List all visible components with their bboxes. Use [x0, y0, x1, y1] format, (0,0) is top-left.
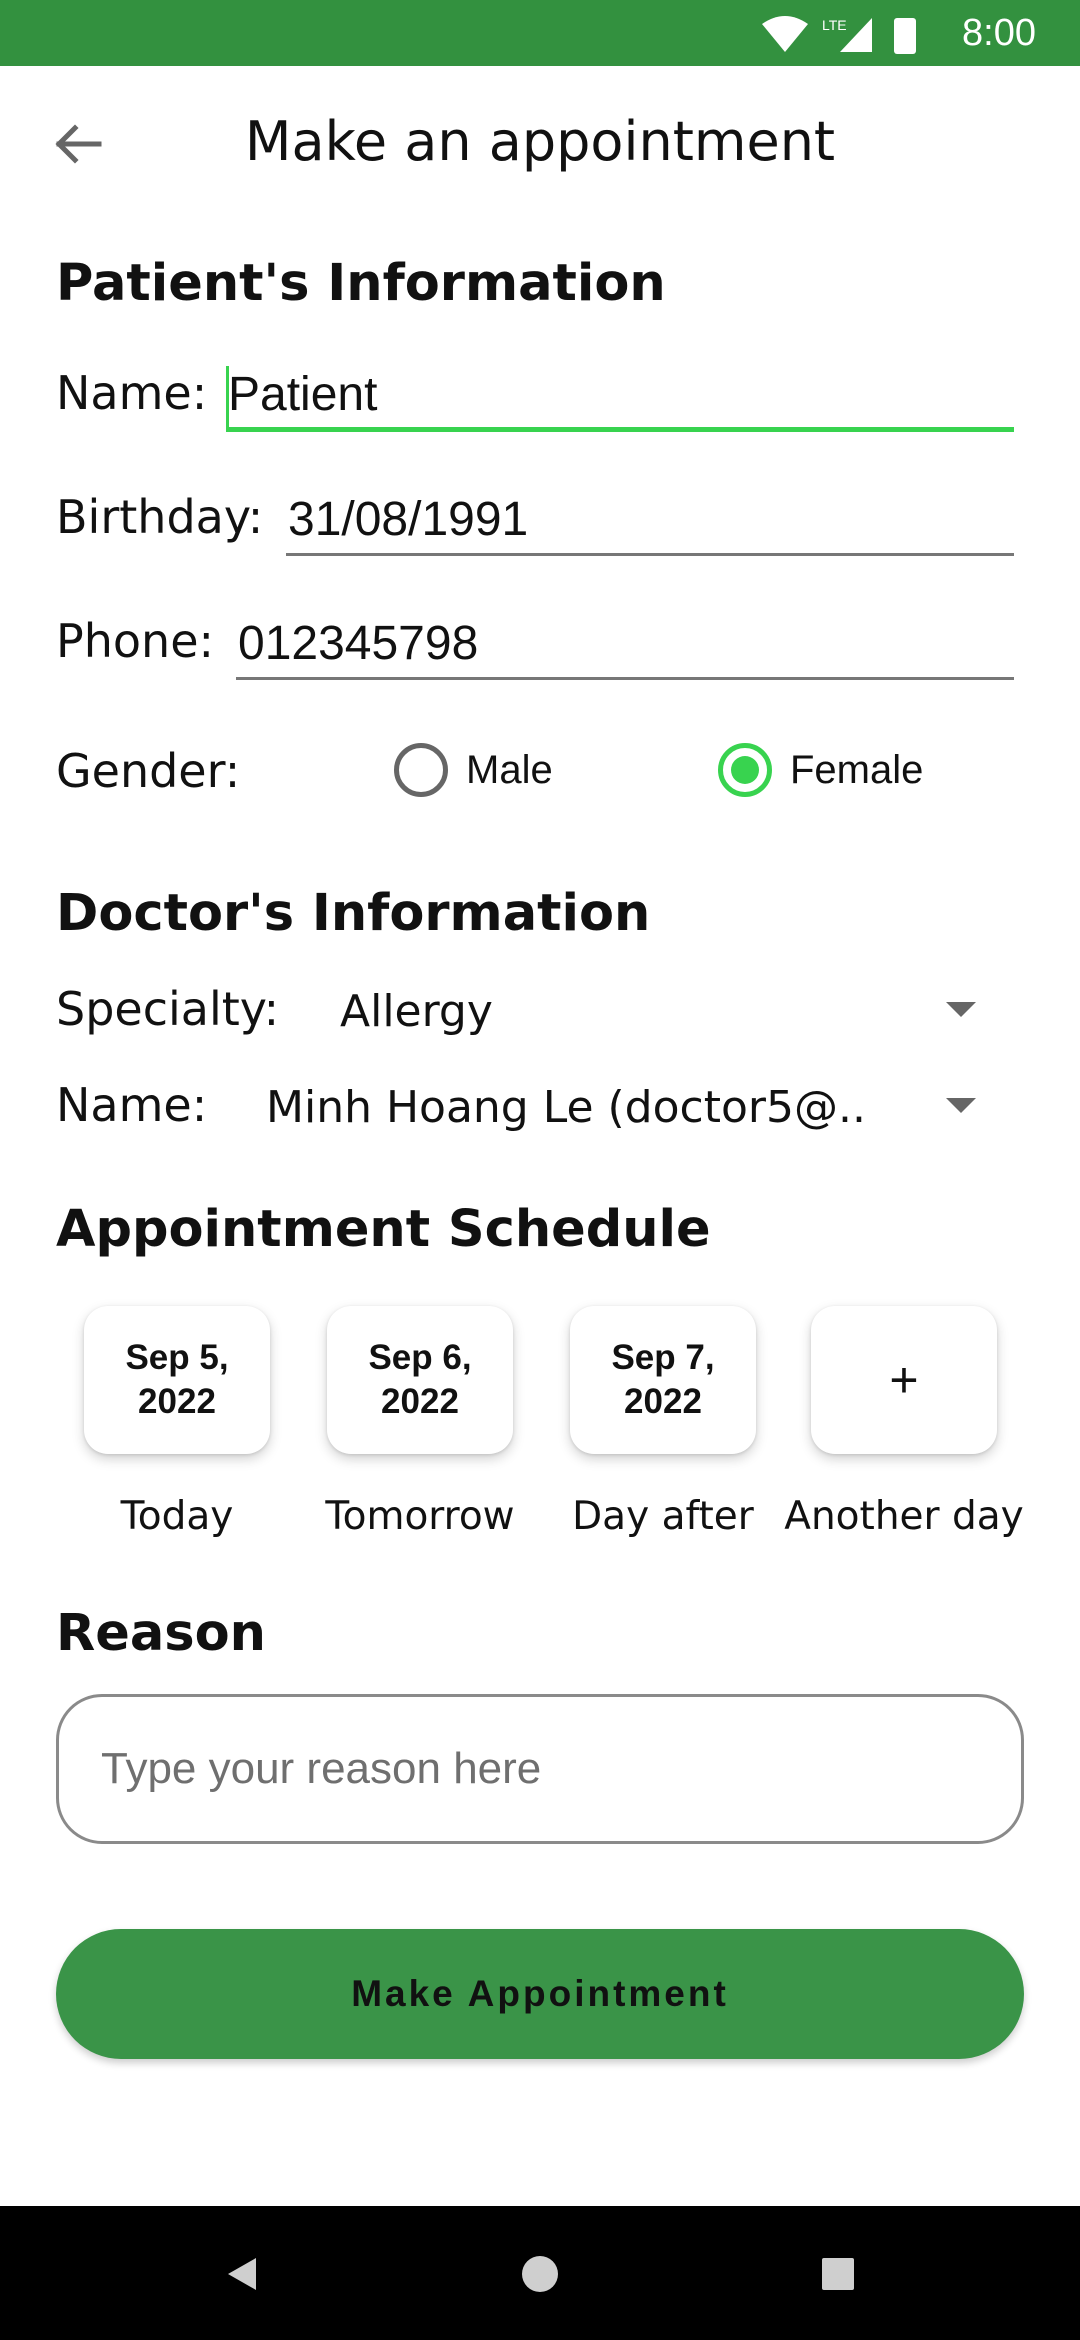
doctor-section-title: Doctor's Information	[56, 884, 651, 943]
patient-name-input[interactable]	[226, 362, 1014, 427]
birthday-input[interactable]	[286, 486, 1014, 553]
date-caption-tomorrow: Tomorrow	[325, 1494, 515, 1539]
birthday-label: Birthday:	[56, 490, 264, 544]
date-card-tomorrow[interactable]: Sep 6, 2022	[327, 1306, 513, 1454]
date-card-another-day[interactable]: +	[811, 1306, 997, 1454]
reason-input[interactable]	[101, 1697, 979, 1841]
radio-dot	[731, 756, 759, 784]
gender-radio-male[interactable]: Male	[394, 743, 553, 797]
radio-unchecked-icon	[394, 743, 448, 797]
status-icons: LTE	[762, 16, 916, 54]
status-bar: LTE 8:00	[0, 0, 1080, 66]
schedule-section-title: Appointment Schedule	[56, 1200, 711, 1259]
specialty-value: Allergy	[340, 985, 493, 1037]
nav-recents-icon	[822, 2258, 854, 2290]
reason-section-title: Reason	[56, 1604, 266, 1663]
battery-icon	[894, 18, 916, 54]
doctor-name-label: Name:	[56, 1078, 208, 1132]
gender-radio-female[interactable]: Female	[718, 743, 923, 797]
patient-section-title: Patient's Information	[56, 254, 666, 313]
app-header: Make an appointment	[0, 66, 1080, 222]
doctor-name-dropdown[interactable]: Minh Hoang Le (doctor5@..	[266, 1072, 976, 1142]
wifi-icon	[762, 16, 808, 52]
gender-option-label: Male	[466, 747, 553, 792]
make-appointment-button[interactable]: Make Appointment	[56, 1929, 1024, 2059]
radio-checked-icon	[718, 743, 772, 797]
text-caret	[226, 366, 229, 428]
specialty-dropdown[interactable]: Allergy	[340, 976, 976, 1046]
date-caption-day-after: Day after	[572, 1494, 754, 1539]
phone-input[interactable]	[236, 610, 1014, 677]
system-nav-bar	[0, 2206, 1080, 2340]
plus-icon: +	[889, 1352, 919, 1408]
dropdown-arrow-icon	[946, 1002, 976, 1017]
date-card-label: Sep 6, 2022	[368, 1338, 472, 1421]
phone-field[interactable]	[236, 610, 1014, 680]
gender-label: Gender:	[56, 744, 241, 798]
birthday-field[interactable]	[286, 486, 1014, 556]
phone-label: Phone:	[56, 614, 214, 668]
date-card-label: Sep 5, 2022	[125, 1338, 229, 1421]
date-card-label: Sep 7, 2022	[611, 1338, 715, 1421]
nav-back-button[interactable]	[204, 2236, 280, 2312]
specialty-label: Specialty:	[56, 982, 280, 1036]
nav-recents-button[interactable]	[800, 2236, 876, 2312]
patient-name-label: Name:	[56, 366, 208, 420]
date-caption-another-day: Another day	[784, 1494, 1024, 1539]
gender-option-label: Female	[790, 747, 924, 792]
reason-field[interactable]	[56, 1694, 1024, 1844]
status-time: 8:00	[962, 12, 1036, 54]
dropdown-arrow-icon	[946, 1098, 976, 1113]
lte-label: LTE	[822, 17, 847, 33]
patient-name-field[interactable]	[226, 362, 1014, 432]
nav-home-icon	[522, 2256, 558, 2292]
page-title: Make an appointment	[244, 110, 836, 173]
date-card-today[interactable]: Sep 5, 2022	[84, 1306, 270, 1454]
nav-home-button[interactable]	[502, 2236, 578, 2312]
date-card-day-after[interactable]: Sep 7, 2022	[570, 1306, 756, 1454]
doctor-name-value: Minh Hoang Le (doctor5@..	[266, 1081, 866, 1133]
nav-back-icon	[228, 2258, 256, 2290]
date-caption-today: Today	[120, 1494, 234, 1539]
